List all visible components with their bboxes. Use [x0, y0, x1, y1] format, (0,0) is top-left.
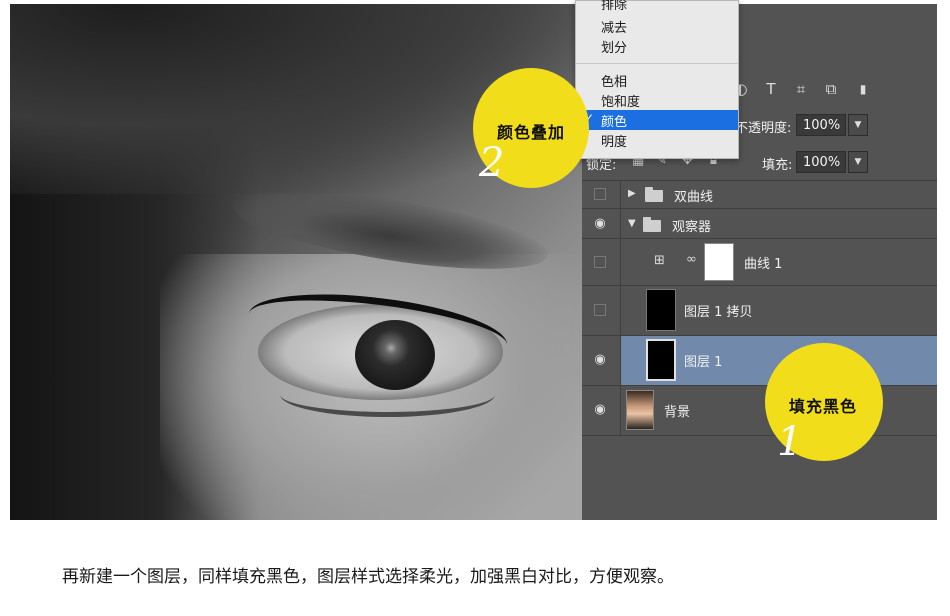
opacity-field[interactable]: 100% — [796, 114, 846, 136]
callout-number: 2 — [479, 140, 505, 186]
fill-label: 填充: — [762, 158, 793, 173]
menu-separator — [576, 63, 738, 64]
filter-toggle-icon[interactable]: ▮ — [854, 80, 872, 98]
callout-text: 填充黑色 — [789, 397, 858, 416]
fill-field[interactable]: 100% — [796, 151, 846, 173]
menu-item-divide[interactable]: 划分 — [601, 37, 627, 56]
layer-row-background[interactable]: ◉ 背景 — [582, 386, 937, 436]
collapse-triangle-icon[interactable]: ▼ — [628, 218, 636, 229]
menu-item-exclusion[interactable]: 排除 — [601, 0, 627, 13]
visibility-off-icon[interactable] — [594, 304, 606, 316]
expand-triangle-icon[interactable]: ▶ — [628, 188, 636, 199]
folder-icon — [645, 187, 663, 202]
callout-number: 1 — [777, 419, 803, 465]
layer-name: 图层 1 拷贝 — [684, 305, 753, 320]
visibility-off-icon[interactable] — [594, 188, 606, 200]
callout-text: 颜色叠加 — [497, 123, 566, 142]
mask-thumbnail[interactable] — [704, 243, 734, 281]
layer-thumbnail — [646, 339, 676, 381]
curves-adjustment-icon: ⊞ — [654, 253, 665, 268]
text-tool-icon[interactable]: T — [762, 80, 780, 98]
link-chain-icon[interactable]: ∞ — [686, 252, 697, 267]
layer-row-layer-1[interactable]: ◉ 图层 1 — [582, 336, 937, 386]
smart-object-icon[interactable]: ⧉ — [822, 80, 840, 98]
eye-icon[interactable]: ◉ — [592, 217, 608, 230]
menu-item-luminosity[interactable]: 明度 — [601, 131, 627, 150]
layer-row-group-double-curves[interactable]: ▶ 双曲线 — [582, 180, 937, 209]
layer-name: 图层 1 — [684, 355, 723, 370]
layer-row-group-observer[interactable]: ◉ ▼ 观察器 — [582, 209, 937, 239]
menu-item-subtract[interactable]: 减去 — [601, 17, 627, 36]
chevron-down-icon[interactable]: ▼ — [848, 151, 868, 173]
menu-item-hue[interactable]: 色相 — [601, 71, 627, 90]
eye-icon[interactable]: ◉ — [592, 353, 608, 366]
transform-icon[interactable]: ⌗ — [792, 80, 810, 98]
layer-name: 双曲线 — [674, 190, 714, 205]
folder-open-icon — [643, 217, 661, 232]
chevron-down-icon[interactable]: ▼ — [848, 114, 868, 136]
lower-eyelid — [280, 372, 495, 417]
menu-item-saturation[interactable]: 饱和度 — [601, 91, 640, 110]
article-caption: 再新建一个图层，同样填充黑色，图层样式选择柔光，加强黑白对比，方便观察。 — [62, 567, 674, 587]
eye-icon[interactable]: ◉ — [592, 403, 608, 416]
background-thumbnail — [626, 390, 654, 430]
menu-item-color[interactable]: 颜色 — [601, 111, 627, 130]
layer-row-curves-1[interactable]: ⊞ ∞ 曲线 1 — [582, 239, 937, 286]
opacity-label: 不透明度: — [735, 121, 792, 136]
callout-bubble-fill-black: 填充黑色 1 — [765, 343, 883, 465]
layer-name: 观察器 — [672, 220, 712, 235]
visibility-off-icon[interactable] — [594, 256, 606, 268]
layer-name: 曲线 1 — [744, 257, 783, 272]
layer-thumbnail — [646, 289, 676, 331]
callout-bubble-color-overlay: 颜色叠加 2 — [473, 68, 589, 188]
layer-name: 背景 — [664, 405, 691, 420]
layer-row-layer-1-copy[interactable]: 图层 1 拷贝 — [582, 286, 937, 336]
blend-mode-menu: 排除 减去 划分 色相 饱和度 ✓ 颜色 明度 — [575, 0, 739, 159]
